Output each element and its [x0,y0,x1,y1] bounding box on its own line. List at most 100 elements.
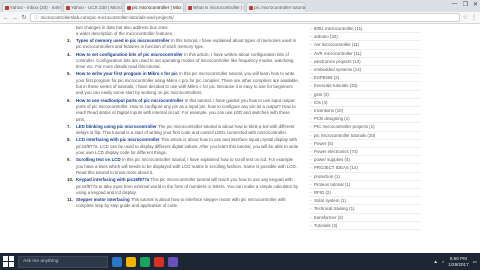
category-link[interactable]: IOs (4) [310,99,420,108]
address-bar: ← → ↻ ⓘ microcontrollerslab.com/pic-micro… [0,12,480,24]
windows-taskbar: Ask me anything ▲ ♪ 6:50 PM 1/29/2017 ▭ [0,253,480,270]
volume-icon[interactable]: ♪ [442,259,444,264]
browser-tab[interactable]: pic microcontroller tutoria...✕ [246,2,306,12]
forward-icon[interactable]: → [12,15,18,21]
category-link[interactable]: pic microcontroller tutorials (20) [310,132,420,140]
tutorial-item: 6. How to use read/output ports of pic mi… [60,98,300,123]
category-link[interactable]: PROJECT IDEAS (14) [310,164,420,173]
pinned-app-icon[interactable] [154,256,164,267]
category-link[interactable]: transformer (2) [310,214,420,222]
bookmark-star-icon[interactable]: ☆ [463,14,468,21]
clock-time: 6:50 PM [449,255,467,261]
category-link[interactable]: Tutorials (3) [310,222,420,231]
tutorial-item: 11. Stepper motor interfacing This tutori… [60,197,300,210]
close-window-icon[interactable]: ✕ [473,1,478,8]
category-link[interactable]: protection (1) [310,173,420,181]
category-link[interactable]: Technical training (1) [310,205,420,214]
favicon-icon [127,5,131,10]
pinned-apps [112,256,178,267]
tutorial-number: 9. [67,157,71,163]
category-link[interactable]: Power electronics (74) [310,148,420,157]
tutorial-link[interactable]: LED blinking using pic microcontroller [76,124,157,129]
tutorial-item: 8. LCD interfacing with pic microcontroll… [60,137,300,156]
tutorial-list: 3. Types of memory used in pic microcontr… [60,38,300,210]
category-link[interactable]: power supplies (4) [310,156,420,165]
favicon-icon [66,5,70,10]
sidebar-categories: 8051 microcontroller (11)arduino (34)Avr… [310,25,420,231]
window-controls: — ❐ ✕ [452,1,478,8]
cortana-search-input[interactable]: Ask me anything [18,255,108,268]
minimize-icon[interactable]: — [452,1,458,8]
article-intro: two changes in date but also address bus… [60,25,300,37]
tutorial-link[interactable]: How to write your first program in Mikro… [76,71,178,76]
tab-strip: Yahoo - Inbox (20) · mrimp...✕ Yahoo - U… [0,0,480,12]
browser-tab[interactable]: What is microcontroller | B...✕ [185,2,245,12]
tutorial-item: 3. Types of memory used in pic microcontr… [60,38,300,51]
network-icon[interactable]: ▲ [433,259,438,264]
category-link[interactable]: arduino (34) [310,33,420,42]
tutorial-item: 7. LED blinking using pic microcontroller… [60,124,300,137]
category-link[interactable]: RFID (2) [310,189,420,198]
category-link[interactable]: PCB designing (1) [310,115,420,124]
notifications-icon[interactable]: ▭ [473,259,477,265]
category-link[interactable]: 8051 microcontroller (11) [310,25,420,34]
browser-tab-active[interactable]: pic microcontroller | Micr...✕ [124,2,184,12]
tutorial-link[interactable]: Keypad interfacing with pic16f877a [76,177,149,182]
tutorial-number: 3. [67,38,71,43]
page-content: two changes in date but also address bus… [0,25,480,253]
clock-date: 1/29/2017 [448,261,469,267]
category-link[interactable]: Power (5) [310,140,420,149]
article-column: two changes in date but also address bus… [60,25,300,210]
category-link[interactable]: freescale tutorials (33) [310,82,420,91]
tutorial-number: 11. [67,197,73,203]
intro-line: a wider description of the microcontroll… [76,31,174,36]
url-field[interactable]: ⓘ microcontrollerslab.com/pic-microcontro… [30,13,460,22]
tutorial-link[interactable]: How to use read/output ports of pic micr… [76,98,183,103]
windows-start-icon[interactable] [3,256,14,267]
favicon-icon [5,5,9,10]
clock[interactable]: 6:50 PM 1/29/2017 [448,256,468,268]
category-link[interactable]: Solar system (1) [310,197,420,206]
category-link[interactable]: embedded systems (14) [310,66,420,75]
url-text: microcontrollerslab.com/pic-microcontrol… [40,15,174,20]
category-link[interactable]: Inventions (10) [310,107,420,116]
favicon-icon [188,5,192,10]
pinned-app-icon[interactable] [140,256,150,267]
tutorial-link[interactable]: Stepper motor interfacing [76,197,130,202]
category-link[interactable]: AVR microcontroller (11) [310,50,420,58]
tutorial-link[interactable]: Scrolling text on LCD [76,157,121,162]
tab-label: pic microcontroller tutoria... [254,5,306,10]
category-list: 8051 microcontroller (11)arduino (34)Avr… [310,25,420,231]
tab-label: Yahoo - Inbox (20) · mrimp... [10,5,62,10]
category-link[interactable]: PIC microcontroller projects (1) [310,123,420,132]
tab-label: pic microcontroller | Micr... [132,5,184,10]
tutorial-item: 4. How to set configuration bits of pic m… [60,52,300,71]
browser-tab[interactable]: Yahoo - UCS 230 | Micro...✕ [63,2,123,12]
tab-label: Yahoo - UCS 230 | Micro... [71,5,123,10]
category-link[interactable]: gsm (3) [310,91,420,99]
category-link[interactable]: ESP8266 (2) [310,74,420,83]
page-info-icon[interactable]: ⓘ [34,15,39,20]
category-link[interactable]: Avr microcontroller (11) [310,41,420,50]
tutorial-number: 10. [67,177,74,183]
tutorial-link[interactable]: How to set configuration bits of pic mic… [76,52,183,57]
category-link[interactable]: electronics projects (13) [310,58,420,67]
tutorial-link[interactable]: Types of memory used in pic microcontrol… [76,38,170,43]
tutorial-item: 5. How to write your first program in Mik… [60,71,300,96]
tab-label: What is microcontroller | B... [193,5,245,10]
category-link[interactable]: Proteus tutorial (1) [310,181,420,190]
tutorial-number: 8. [67,137,71,143]
tutorial-link[interactable]: LCD interfacing with pic microcontroller [76,137,160,142]
tutorial-number: 5. [67,71,71,77]
reload-icon[interactable]: ↻ [21,14,27,21]
browser-menu-icon[interactable]: ⋮ [471,14,477,21]
pinned-app-icon[interactable] [126,256,136,267]
tutorial-number: 7. [67,123,71,129]
browser-tab[interactable]: Yahoo - Inbox (20) · mrimp...✕ [2,2,62,12]
pinned-app-icon[interactable] [168,256,178,267]
pinned-app-icon[interactable] [112,256,122,267]
tutorial-item: 9. Scrolling text on LCD In this pic micr… [60,157,300,176]
back-icon[interactable]: ← [3,15,9,21]
maximize-icon[interactable]: ❐ [463,1,468,8]
system-tray: ▲ ♪ 6:50 PM 1/29/2017 ▭ [433,256,477,268]
